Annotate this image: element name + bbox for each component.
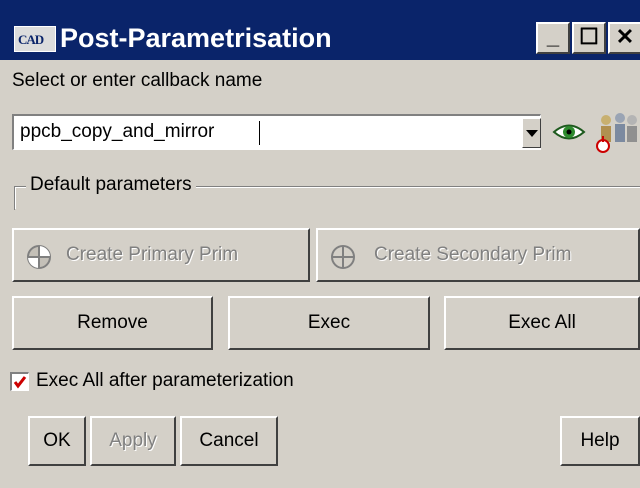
- checkmark-icon: [13, 376, 27, 389]
- callback-input[interactable]: ppcb_copy_and_mirror: [20, 121, 214, 143]
- primary-prim-icon: [27, 245, 51, 269]
- apply-button[interactable]: Apply: [90, 416, 176, 466]
- window-title: Post-Parametrisation: [60, 23, 332, 53]
- create-primary-prim-label: Create Primary Prim: [66, 244, 239, 265]
- people-icon[interactable]: [594, 110, 640, 154]
- help-button[interactable]: Help: [560, 416, 640, 466]
- text-caret: [259, 121, 260, 145]
- exec-all-button[interactable]: Exec All: [444, 296, 640, 350]
- post-parametrisation-dialog: CAD Post-Parametrisation _ ☐ ✕ Select or…: [0, 0, 640, 488]
- close-button[interactable]: ✕: [608, 22, 640, 54]
- callback-combobox[interactable]: ppcb_copy_and_mirror: [12, 114, 541, 150]
- maximize-button[interactable]: ☐: [572, 22, 606, 54]
- exec-after-checkbox[interactable]: [10, 372, 29, 391]
- minimize-button[interactable]: _: [536, 22, 570, 54]
- create-primary-prim-button[interactable]: Create Primary Prim: [12, 228, 310, 282]
- exec-button[interactable]: Exec: [228, 296, 430, 350]
- callback-label: Select or enter callback name: [12, 70, 263, 91]
- dropdown-arrow-icon: [526, 130, 538, 137]
- ok-button[interactable]: OK: [28, 416, 86, 466]
- secondary-prim-icon: [331, 245, 355, 269]
- eye-icon[interactable]: [552, 120, 586, 144]
- create-secondary-prim-button[interactable]: Create Secondary Prim: [316, 228, 640, 282]
- app-icon-text: CAD: [18, 32, 44, 47]
- app-icon: CAD: [14, 26, 56, 52]
- dropdown-button[interactable]: [522, 118, 541, 148]
- cancel-button[interactable]: Cancel: [180, 416, 278, 466]
- group-label: Default parameters: [26, 174, 196, 196]
- remove-button[interactable]: Remove: [12, 296, 213, 350]
- exec-after-label[interactable]: Exec All after parameterization: [36, 370, 294, 392]
- create-secondary-prim-label: Create Secondary Prim: [374, 244, 572, 265]
- title-bar[interactable]: CAD Post-Parametrisation _ ☐ ✕: [0, 0, 640, 60]
